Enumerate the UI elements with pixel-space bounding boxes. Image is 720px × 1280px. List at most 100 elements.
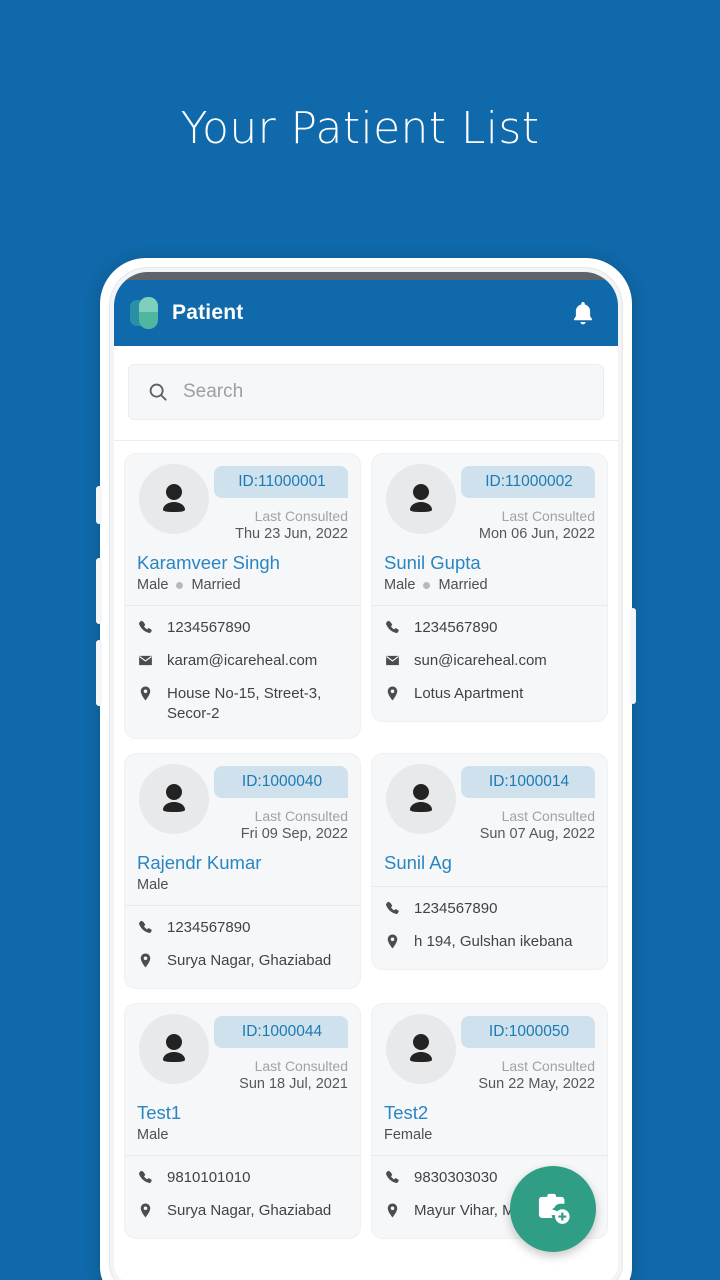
phone-icon	[384, 899, 402, 922]
patient-name[interactable]: Sunil Ag	[384, 852, 595, 874]
address-row: Surya Nagar, Ghaziabad	[137, 951, 348, 974]
patient-contact-info: 9810101010 Surya Nagar, Ghaziabad	[125, 1155, 360, 1238]
address-value: Lotus Apartment	[414, 685, 524, 702]
email-row: karam@icareheal.com	[137, 651, 348, 674]
phone-value: 1234567890	[414, 900, 498, 917]
patient-meta: Male	[137, 1127, 348, 1143]
patient-card-header: ID:11000002 Last Consulted Mon 06 Jun, 202…	[372, 454, 607, 605]
patient-card[interactable]: ID:11000002 Last Consulted Mon 06 Jun, 202…	[371, 453, 608, 722]
address-icon	[137, 951, 155, 974]
volume-down-button	[96, 640, 102, 706]
avatar	[386, 764, 456, 834]
patient-card-grid: ID:11000001 Last Consulted Thu 23 Jun, 202…	[114, 441, 618, 1280]
patient-card-header: ID:1000014 Last Consulted Sun 07 Aug, 2022…	[372, 754, 607, 886]
patient-card[interactable]: ID:11000001 Last Consulted Thu 23 Jun, 202…	[124, 453, 361, 739]
patient-id-badge: ID:11000002	[461, 466, 595, 498]
patient-contact-info: 1234567890 h 194, Gulshan ikebana	[372, 886, 607, 969]
patient-id-badge: ID:1000014	[461, 766, 595, 798]
email-icon	[384, 651, 402, 674]
patient-contact-info: 1234567890 sun@icareheal.com Lotus Apartme…	[372, 605, 607, 721]
address-row: Surya Nagar, Ghaziabad	[137, 1201, 348, 1224]
patient-gender: Male	[384, 577, 416, 593]
patient-marital-status: Married	[438, 577, 488, 593]
phone-value: 9830303030	[414, 1169, 498, 1186]
bell-icon[interactable]	[568, 297, 598, 329]
phone-value: 1234567890	[167, 919, 251, 936]
patient-card[interactable]: ID:1000044 Last Consulted Sun 18 Jul, 2021…	[124, 1003, 361, 1239]
patient-gender: Female	[384, 1127, 433, 1143]
patient-meta: Male Married	[384, 577, 595, 593]
phone-row: 9810101010	[137, 1168, 348, 1191]
icareheal-logo-icon	[130, 297, 160, 329]
patient-id-badge: ID:1000044	[214, 1016, 348, 1048]
address-value: House No-15, Street-3, Secor-2	[167, 685, 322, 722]
avatar	[139, 464, 209, 534]
phone-icon	[137, 918, 155, 941]
address-row: Lotus Apartment	[384, 684, 595, 707]
patient-gender: Male	[137, 877, 169, 893]
phone-value: 9810101010	[167, 1169, 251, 1186]
phone-screen: Patient ID:11000001Last Co	[114, 272, 618, 1280]
patient-name[interactable]: Test1	[137, 1102, 348, 1124]
app-bar-title: Patient	[172, 301, 244, 324]
meta-separator-dot	[423, 581, 431, 589]
patient-name[interactable]: Karamveer Singh	[137, 552, 348, 574]
patient-gender: Male	[137, 1127, 169, 1143]
phone-row: 1234567890	[384, 899, 595, 922]
email-value: sun@icareheal.com	[414, 652, 547, 669]
address-icon	[384, 1201, 402, 1224]
phone-mockup: Patient ID:11000001Last Co	[96, 258, 636, 1280]
phone-icon	[384, 618, 402, 641]
email-icon	[137, 651, 155, 674]
address-icon	[384, 684, 402, 707]
patient-card-header: ID:1000044 Last Consulted Sun 18 Jul, 2021…	[125, 1004, 360, 1155]
patient-id-badge: ID:11000001	[214, 466, 348, 498]
patient-card-header: ID:1000050 Last Consulted Sun 22 May, 2022…	[372, 1004, 607, 1155]
patient-gender: Male	[137, 577, 169, 593]
phone-icon	[384, 1168, 402, 1191]
phone-row: 1234567890	[137, 918, 348, 941]
patient-meta: Male Married	[137, 577, 348, 593]
patient-id-badge: ID:1000040	[214, 766, 348, 798]
patient-card[interactable]: ID:1000040 Last Consulted Fri 09 Sep, 2022…	[124, 753, 361, 989]
add-patient-icon	[534, 1189, 572, 1230]
avatar	[139, 764, 209, 834]
address-icon	[384, 932, 402, 955]
app-bar: Patient	[114, 280, 618, 346]
meta-separator-dot	[176, 581, 184, 589]
search-input[interactable]	[183, 381, 585, 403]
phone-row: 1234567890	[384, 618, 595, 641]
patient-card[interactable]: ID:1000014 Last Consulted Sun 07 Aug, 2022…	[371, 753, 608, 970]
address-icon	[137, 684, 155, 707]
phone-row: 1234567890	[137, 618, 348, 641]
avatar	[386, 464, 456, 534]
silent-switch	[96, 486, 102, 524]
phone-value: 1234567890	[414, 619, 498, 636]
patient-card-header: ID:1000040 Last Consulted Fri 09 Sep, 2022…	[125, 754, 360, 905]
email-row: sun@icareheal.com	[384, 651, 595, 674]
patient-contact-info: 1234567890 karam@icareheal.com House No-15…	[125, 605, 360, 738]
patient-name[interactable]: Sunil Gupta	[384, 552, 595, 574]
status-bar	[114, 272, 618, 280]
avatar	[139, 1014, 209, 1084]
add-patient-fab[interactable]	[510, 1166, 596, 1252]
search-zone	[114, 346, 618, 441]
patient-contact-info: 1234567890 Surya Nagar, Ghaziabad	[125, 905, 360, 988]
phone-value: 1234567890	[167, 619, 251, 636]
address-row: h 194, Gulshan ikebana	[384, 932, 595, 955]
volume-up-button	[96, 558, 102, 624]
patient-meta: Male	[137, 877, 348, 893]
patient-meta: Female	[384, 1127, 595, 1143]
address-value: Surya Nagar, Ghaziabad	[167, 952, 332, 969]
address-value: h 194, Gulshan ikebana	[414, 933, 573, 950]
email-value: karam@icareheal.com	[167, 652, 318, 669]
patient-name[interactable]: Test2	[384, 1102, 595, 1124]
address-icon	[137, 1201, 155, 1224]
address-row: House No-15, Street-3, Secor-2	[137, 684, 348, 724]
page-title: Your Patient List	[180, 103, 540, 154]
search-box[interactable]	[128, 364, 604, 420]
patient-marital-status: Married	[191, 577, 241, 593]
patient-id-badge: ID:1000050	[461, 1016, 595, 1048]
patient-name[interactable]: Rajendr Kumar	[137, 852, 348, 874]
address-value: Surya Nagar, Ghaziabad	[167, 1202, 332, 1219]
